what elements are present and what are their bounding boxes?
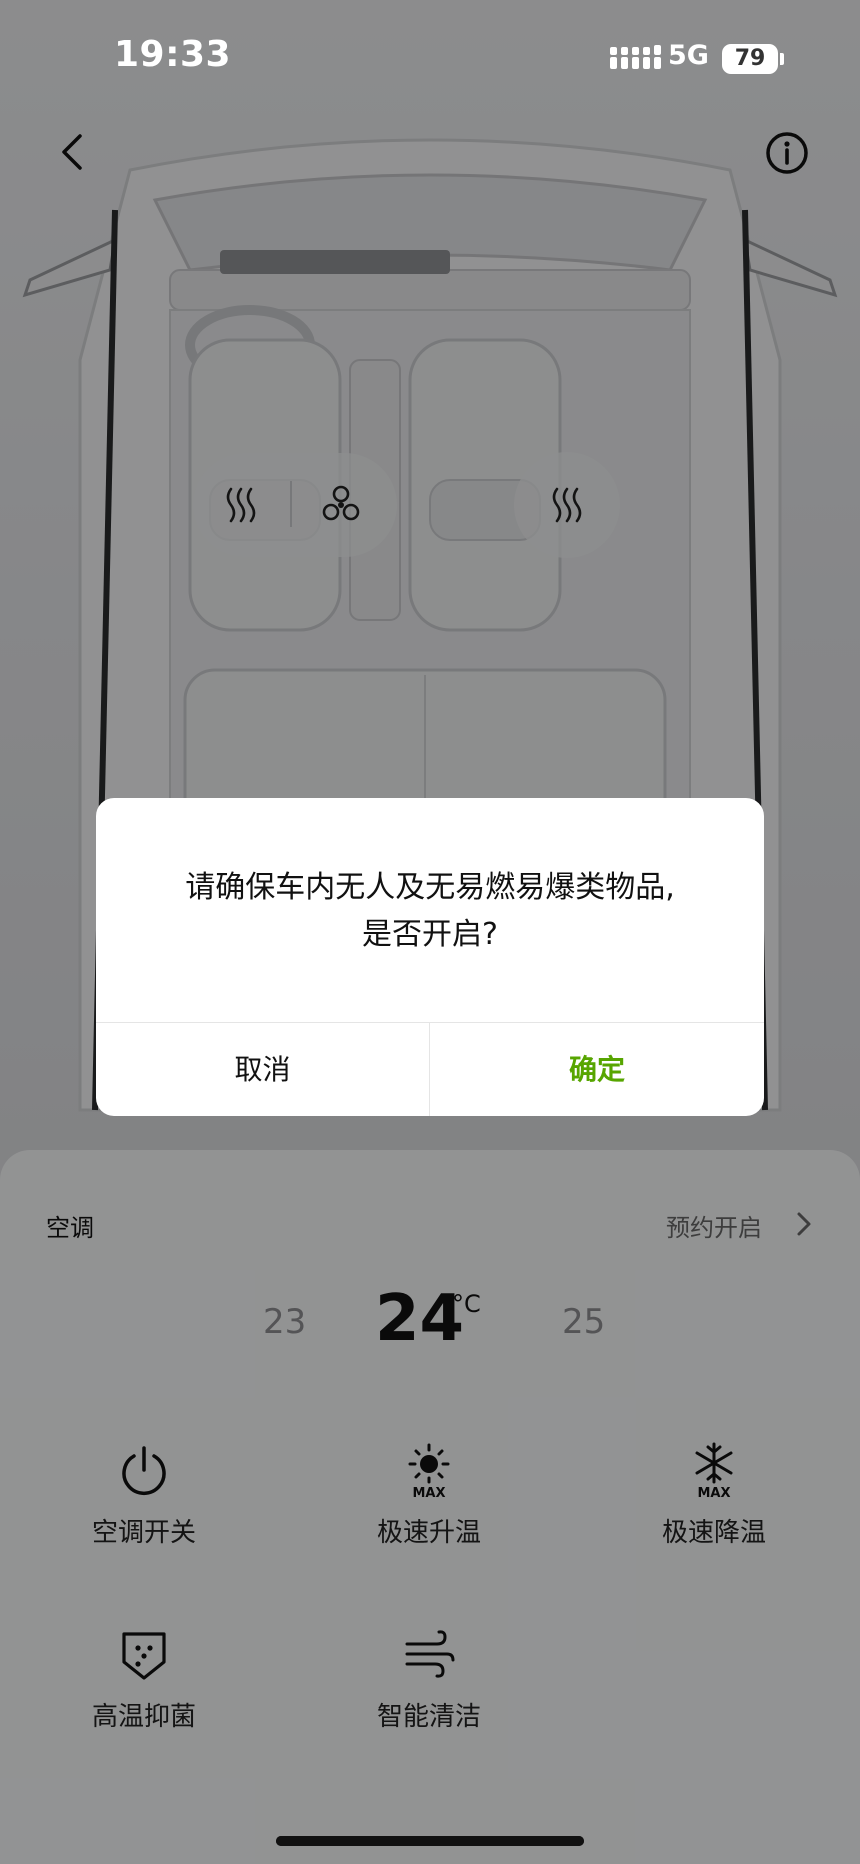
status-time: 19:33 bbox=[114, 34, 232, 75]
dialog-message-line1: 请确保车内无人及无易燃易爆类物品, bbox=[185, 870, 675, 905]
cancel-button[interactable]: 取消 bbox=[96, 1023, 429, 1116]
confirm-button[interactable]: 确定 bbox=[430, 1023, 764, 1116]
cellular-signal-icon bbox=[610, 45, 661, 69]
dialog-message-line2: 是否开启? bbox=[362, 917, 498, 952]
dialog-message: 请确保车内无人及无易燃易爆类物品, 是否开启? bbox=[96, 864, 764, 958]
battery-tip bbox=[780, 53, 784, 65]
battery-level: 79 bbox=[722, 44, 778, 74]
network-type: 5G bbox=[668, 40, 709, 71]
home-indicator[interactable] bbox=[276, 1836, 584, 1846]
confirm-dialog: 请确保车内无人及无易燃易爆类物品, 是否开启? 取消 确定 bbox=[96, 798, 764, 1116]
